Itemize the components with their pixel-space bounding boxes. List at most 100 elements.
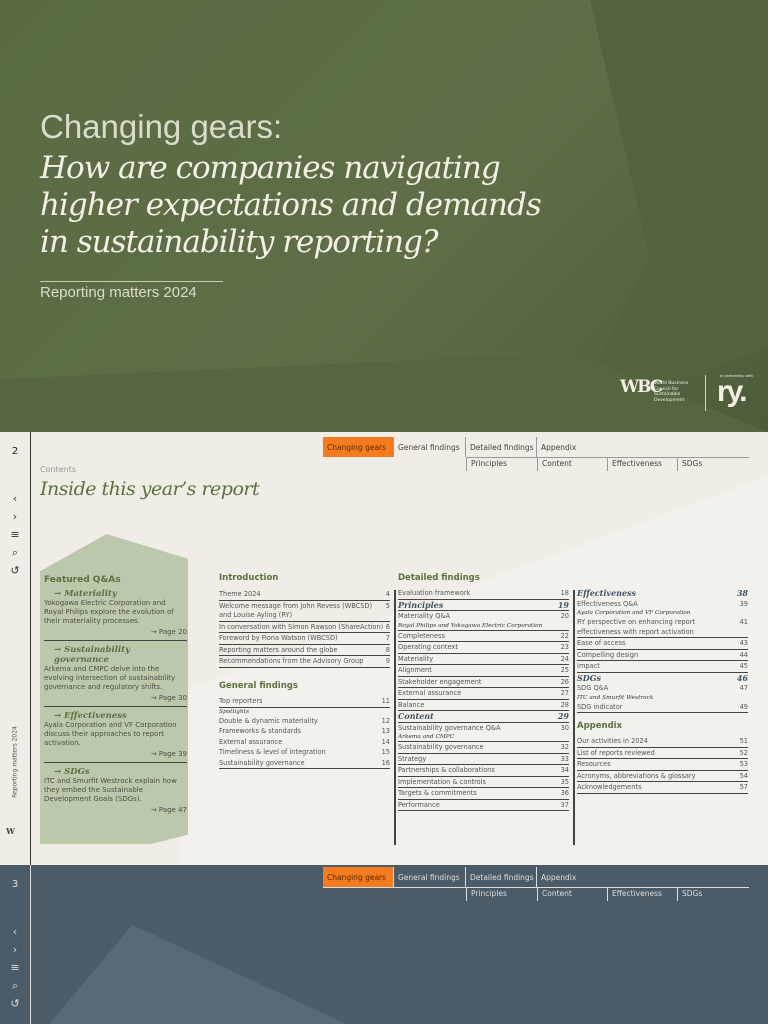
tab-general-findings[interactable]: General findings: [394, 867, 466, 887]
toc-row[interactable]: Resources 53: [577, 759, 748, 771]
tab-detailed-findings[interactable]: Detailed findings: [466, 437, 537, 457]
featured-item[interactable]: → Effectiveness Ayala Corporation and VF …: [44, 711, 187, 763]
subtab-principles[interactable]: Principles: [466, 887, 537, 901]
tab-changing-gears[interactable]: Changing gears: [323, 867, 394, 887]
toc-row[interactable]: In conversation with Simon Rawson (Share…: [219, 622, 390, 633]
toc-row-label: Double & dynamic materiality: [219, 716, 318, 725]
tab-changing-gears[interactable]: Changing gears: [323, 437, 394, 457]
toc-row-label: Acknowledgements: [577, 783, 642, 791]
toc-row[interactable]: Sustainability governance Q&A 30: [398, 723, 569, 734]
toc-row[interactable]: Double & dynamic materiality 12: [219, 716, 390, 727]
toc-row[interactable]: Reporting matters around the globe 8: [219, 645, 390, 656]
toc-row-page: 32: [560, 743, 569, 751]
toc-row[interactable]: List of reports reviewed 52: [577, 748, 748, 759]
undo-icon[interactable]: ↺: [0, 564, 30, 577]
featured-item-page-link[interactable]: → Page 20: [44, 626, 187, 638]
toc-row[interactable]: Compelling design 44: [577, 650, 748, 661]
chevron-left-icon[interactable]: ‹: [0, 492, 30, 505]
toc-row[interactable]: Sustainability governance 32: [398, 742, 569, 754]
toc-row-label: Acronyms, abbreviations & glossary: [577, 771, 696, 780]
toc-section-heading[interactable]: Principles 19: [398, 600, 569, 611]
toc-row[interactable]: Materiality 24: [398, 654, 569, 665]
subtab-principles[interactable]: Principles: [466, 457, 537, 471]
toc-row-label: Balance: [398, 700, 425, 709]
tab-appendix[interactable]: Appendix: [537, 867, 637, 887]
subtab-content[interactable]: Content: [537, 457, 607, 471]
divider: [394, 590, 396, 845]
chevron-left-icon[interactable]: ‹: [0, 925, 30, 938]
toc-note: Arkema and CMPC: [398, 733, 569, 742]
featured-item[interactable]: → Sustainability governance Arkema and CM…: [44, 645, 187, 707]
subtab-sdgs[interactable]: SDGs: [677, 457, 737, 471]
featured-item-page-link[interactable]: → Page 30: [44, 692, 187, 704]
cover-subtitle: Reporting matters 2024: [40, 284, 197, 301]
toc-row[interactable]: Sustainability governance 16: [219, 758, 390, 769]
featured-item-title[interactable]: → Sustainability governance: [44, 645, 187, 665]
eyebrow: Contents: [40, 465, 76, 474]
toc-row[interactable]: External assurance 27: [398, 688, 569, 700]
toc-row[interactable]: Acronyms, abbreviations & glossary 54: [577, 771, 748, 782]
featured-item-page-link[interactable]: → Page 39: [44, 748, 187, 760]
toc-row[interactable]: Effectiveness Q&A 39: [577, 599, 748, 610]
featured-item-title[interactable]: → Materiality: [44, 589, 187, 599]
toc-row[interactable]: Completeness 22: [398, 631, 569, 642]
toc-row[interactable]: External assurance 14: [219, 737, 390, 748]
toc-section-heading[interactable]: Effectiveness 38: [577, 588, 748, 599]
toc-row[interactable]: Stakeholder engagement 26: [398, 677, 569, 688]
toc-row[interactable]: Top reporters 11: [219, 696, 390, 708]
toc-row[interactable]: RY perspective on enhancing report effec…: [577, 617, 748, 638]
toc-row[interactable]: Welcome message from John Revess (WBCSD)…: [219, 601, 390, 622]
toc-row[interactable]: Frameworks & standards 13: [219, 726, 390, 737]
search-icon[interactable]: ⌕: [0, 979, 30, 993]
toc-row[interactable]: Impact 45: [577, 661, 748, 673]
chevron-right-icon[interactable]: ›: [0, 510, 30, 523]
toc-row[interactable]: Evaluation framework 18: [398, 588, 569, 600]
tab-appendix[interactable]: Appendix: [537, 437, 637, 457]
tab-general-findings[interactable]: General findings: [394, 437, 466, 457]
toc-row-label: Completeness: [398, 631, 445, 640]
subtab-content[interactable]: Content: [537, 887, 607, 901]
subtab-effectiveness[interactable]: Effectiveness: [607, 887, 677, 901]
toc-row[interactable]: Ease of access 43: [577, 638, 748, 650]
toc-row[interactable]: Performance 37: [398, 800, 569, 811]
tab-detailed-findings[interactable]: Detailed findings: [466, 867, 537, 887]
chevron-right-icon[interactable]: ›: [0, 943, 30, 956]
search-icon[interactable]: ⌕: [0, 546, 30, 560]
toc-section-heading[interactable]: Content 29: [398, 711, 569, 723]
toc-row[interactable]: Timeliness & level of integration 15: [219, 747, 390, 758]
featured-item[interactable]: → Materiality Yokogawa Electric Corporati…: [44, 589, 187, 641]
toc-row[interactable]: Materiality Q&A 20: [398, 611, 569, 622]
featured-qas: Featured Q&As → Materiality Yokogawa Elec…: [44, 575, 187, 822]
page-number: 3: [11, 879, 19, 890]
subtab-effectiveness[interactable]: Effectiveness: [607, 457, 677, 471]
featured-item[interactable]: → SDGs ITC and Smurfit Westrock explain h…: [44, 767, 187, 818]
featured-item-title[interactable]: → Effectiveness: [44, 711, 187, 721]
menu-icon[interactable]: ≡: [0, 528, 30, 541]
intro-heading: Introduction: [219, 573, 279, 583]
menu-icon[interactable]: ≡: [0, 961, 30, 974]
toc-row[interactable]: Theme 2024 4: [219, 589, 390, 601]
toc-row[interactable]: Recommendations from the Advisory Group 9: [219, 656, 390, 668]
subtab-sdgs[interactable]: SDGs: [677, 887, 737, 901]
toc-note: ITC and Smurfit Westrock: [577, 694, 654, 701]
toc-row[interactable]: Targets & commitments 36: [398, 788, 569, 800]
toc-row[interactable]: Our activities in 2024 51: [577, 736, 748, 748]
toc-row[interactable]: SDG Q&A 47: [577, 683, 748, 694]
toc-row[interactable]: Operating context 23: [398, 642, 569, 654]
featured-item-title[interactable]: → SDGs: [44, 767, 187, 777]
toc-row[interactable]: Foreword by Fiona Watson (WBCSD) 7: [219, 633, 390, 645]
toc-row[interactable]: Strategy 33: [398, 754, 569, 765]
toc-row-page: 39: [739, 599, 748, 608]
toc-row[interactable]: SDG indicator 49: [577, 702, 748, 713]
featured-item-page-link[interactable]: → Page 47: [44, 804, 187, 816]
toc-row[interactable]: Balance 28: [398, 700, 569, 711]
toc-row[interactable]: Acknowledgements 57: [577, 782, 748, 794]
toc-row[interactable]: Alignment 25: [398, 665, 569, 677]
toc-row-page: 38: [736, 588, 748, 598]
toc-row[interactable]: Implementation & controls 35: [398, 777, 569, 788]
toc-section-heading[interactable]: SDGs 46: [577, 673, 748, 684]
toc-row-page: 28: [560, 700, 569, 709]
toc-row-page: 54: [739, 771, 748, 780]
undo-icon[interactable]: ↺: [0, 997, 30, 1010]
toc-row[interactable]: Partnerships & collaborations 34: [398, 765, 569, 777]
